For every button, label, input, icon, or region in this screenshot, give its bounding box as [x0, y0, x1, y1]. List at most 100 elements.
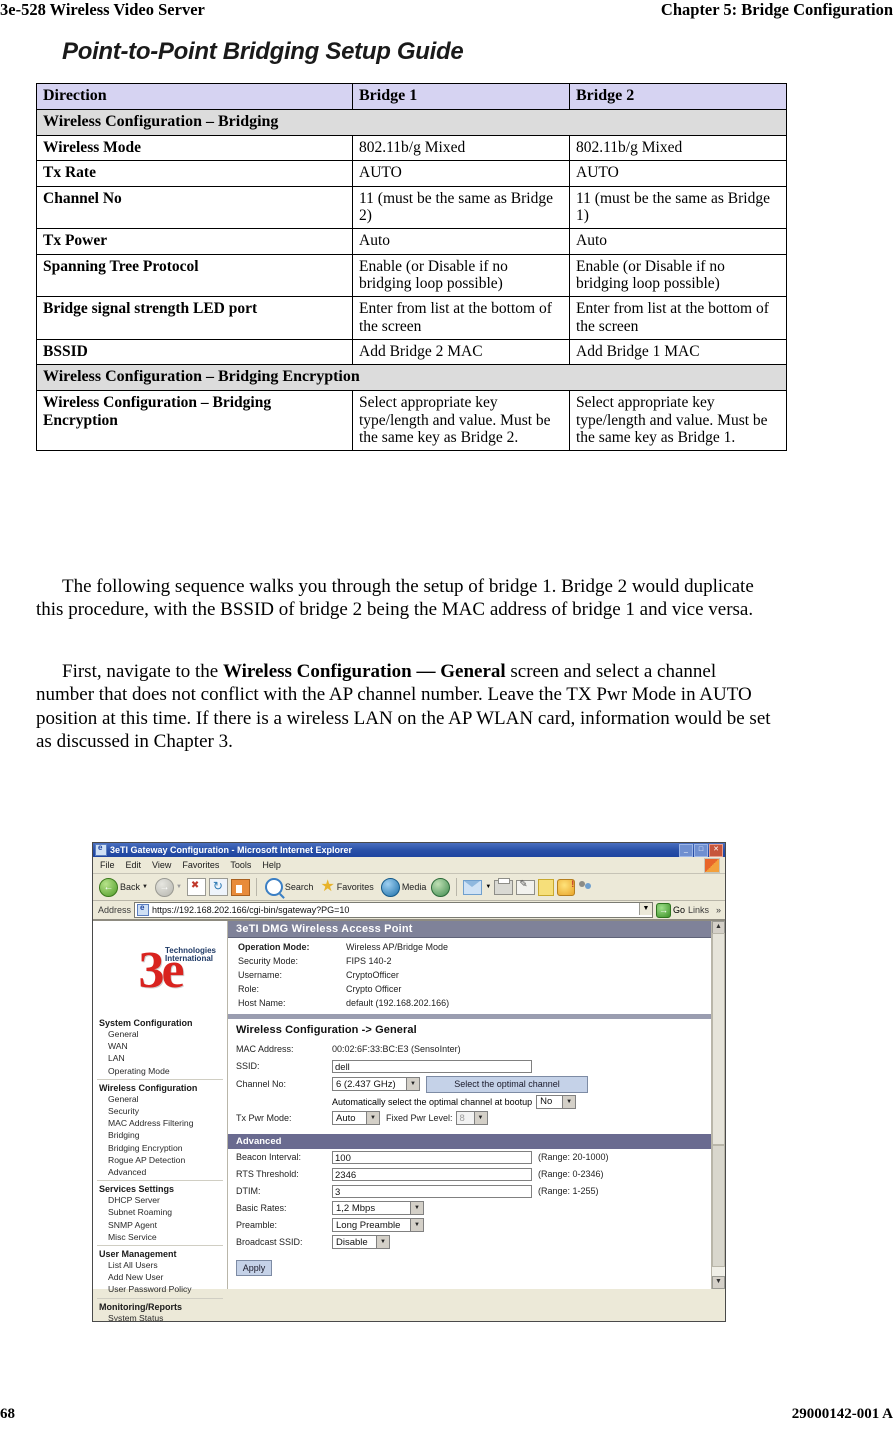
menu-item-favorites[interactable]: Favorites [182, 860, 219, 870]
nav-group-user-management: User Management [99, 1249, 177, 1260]
fixed-pwr-level-select[interactable]: 8 ▼ [455, 1111, 488, 1126]
mail-icon[interactable] [463, 879, 483, 895]
page-viewport: 3e Technologies International System Con… [93, 920, 725, 1321]
sidebar-item-lan[interactable]: LAN [93, 1052, 227, 1064]
menu-item-tools[interactable]: Tools [230, 860, 251, 870]
sidebar-item-user-password-policy[interactable]: User Password Policy [93, 1283, 227, 1295]
ap-banner: 3eTI DMG Wireless Access Point [228, 921, 725, 938]
favorites-button[interactable]: ★ Favorites [318, 879, 375, 895]
windows-flag-icon [704, 858, 720, 873]
channel-no-select[interactable]: 6 (2.437 GHz) ▼ [332, 1077, 420, 1092]
basic-rates-label: Basic Rates: [236, 1203, 287, 1214]
menu-item-edit[interactable]: Edit [126, 860, 142, 870]
browser-title-bar: 3eTI Gateway Configuration - Microsoft I… [93, 843, 725, 857]
info-value: Wireless AP/Bridge Mode [346, 942, 449, 952]
rts-threshold-input[interactable]: 2346 [332, 1167, 532, 1181]
sidebar-item-operating-mode[interactable]: Operating Mode [93, 1065, 227, 1077]
sidebar-item-mac-address-filtering[interactable]: MAC Address Filtering [93, 1117, 227, 1129]
table-row: Bridge signal strength LED port Enter fr… [36, 296, 787, 341]
sidebar-item-bridging[interactable]: Bridging [93, 1129, 227, 1141]
edit-icon[interactable] [516, 879, 536, 895]
sidebar-item-system-status[interactable]: System Status [93, 1312, 227, 1321]
row-bridge1: 802.11b/g Mixed [352, 134, 570, 162]
go-arrow-icon: → [655, 902, 671, 918]
back-button[interactable]: ← Back ▼ [97, 877, 150, 897]
mail-dropdown-icon[interactable]: ▼ [485, 884, 491, 890]
sidebar-item-wireless-general[interactable]: General [93, 1093, 227, 1105]
links-label[interactable]: Links [688, 905, 713, 915]
row-label: BSSID [36, 339, 353, 366]
menu-item-help[interactable]: Help [262, 860, 281, 870]
sidebar-item-advanced[interactable]: Advanced [93, 1166, 227, 1178]
maximize-button[interactable]: □ [694, 843, 708, 857]
table-section-row: Wireless Configuration – Bridging Encryp… [36, 364, 787, 392]
info-key: Security Mode: [238, 955, 299, 966]
address-dropdown-icon[interactable]: ▼ [638, 903, 652, 915]
forward-button[interactable]: → ▼ [153, 877, 184, 897]
fixed-pwr-level-value: 8 [459, 1112, 465, 1124]
nav-divider [97, 1078, 223, 1080]
sidebar-item-misc-service[interactable]: Misc Service [93, 1231, 227, 1243]
beacon-interval-input[interactable]: 100 [332, 1150, 532, 1164]
go-label: Go [672, 905, 685, 915]
nav-group-system-configuration: System Configuration [99, 1018, 193, 1028]
sidebar-item-rogue-ap-detection[interactable]: Rogue AP Detection [93, 1154, 227, 1166]
sidebar-item-bridging-encryption[interactable]: Bridging Encryption [93, 1142, 227, 1154]
table-row: Tx Rate AUTO AUTO [36, 160, 787, 187]
back-arrow-icon: ← [99, 877, 118, 897]
home-icon[interactable] [230, 878, 250, 896]
scrollbar-track[interactable] [712, 1145, 725, 1267]
tx-pwr-mode-select[interactable]: Auto ▼ [332, 1111, 380, 1126]
dtim-range: (Range: 1-255) [538, 1186, 599, 1197]
select-optimal-channel-button[interactable]: Select the optimal channel [426, 1075, 588, 1093]
address-input[interactable]: https://192.168.202.166/cgi-bin/sgateway… [134, 902, 653, 918]
sidebar-item-dhcp-server[interactable]: DHCP Server [93, 1194, 227, 1206]
go-button[interactable]: → Go [655, 902, 685, 918]
refresh-icon[interactable] [208, 878, 228, 896]
scroll-down-icon[interactable]: ▼ [712, 1276, 725, 1289]
notes-icon[interactable] [538, 878, 555, 896]
close-button[interactable]: ✕ [709, 843, 723, 857]
back-dropdown-icon[interactable]: ▼ [142, 884, 148, 890]
people-icon[interactable] [578, 880, 594, 894]
row-bridge2: AUTO [569, 160, 787, 187]
menu-item-view[interactable]: View [152, 860, 171, 870]
messenger-icon[interactable] [557, 878, 576, 896]
broadcast-ssid-select[interactable]: Disable ▼ [332, 1235, 390, 1250]
sidebar-item-list-all-users[interactable]: List All Users [93, 1259, 227, 1271]
vertical-scrollbar[interactable]: ▲ ▼ [711, 921, 725, 1289]
history-icon[interactable] [431, 877, 451, 897]
row-bridge1: Enter from list at the bottom of the scr… [352, 296, 570, 341]
basic-rates-select[interactable]: 1,2 Mbps ▼ [332, 1201, 424, 1216]
page-footer: 68 29000142-001 A [0, 1401, 895, 1423]
running-head: 3e-528 Wireless Video Server Chapter 5: … [0, 0, 895, 24]
print-icon[interactable] [494, 877, 514, 895]
stop-icon[interactable] [186, 878, 206, 896]
links-chevron-icon[interactable]: » [716, 905, 725, 915]
apply-button[interactable]: Apply [236, 1259, 272, 1276]
dtim-input[interactable]: 3 [332, 1184, 532, 1198]
sidebar-item-subnet-roaming[interactable]: Subnet Roaming [93, 1206, 227, 1218]
media-button[interactable]: Media [379, 877, 429, 897]
menu-item-file[interactable]: File [100, 860, 115, 870]
row-label: Bridge signal strength LED port [36, 296, 353, 341]
field-beacon-interval: Beacon Interval: 100 (Range: 20-1000) [228, 1149, 725, 1166]
row-bridge1: AUTO [352, 160, 570, 187]
sidebar-item-security[interactable]: Security [93, 1105, 227, 1117]
info-key: Operation Mode: [238, 942, 310, 952]
sidebar-item-general[interactable]: General [93, 1028, 227, 1040]
nav-group-monitoring-reports: Monitoring/Reports [99, 1301, 182, 1312]
bridging-setup-table: Direction Bridge 1 Bridge 2 Wireless Con… [36, 83, 787, 452]
search-button[interactable]: Search [263, 878, 316, 896]
forward-dropdown-icon[interactable]: ▼ [176, 884, 182, 890]
preamble-select[interactable]: Long Preamble ▼ [332, 1218, 424, 1233]
advanced-banner: Advanced [228, 1133, 725, 1149]
auto-optimal-select[interactable]: No ▼ [536, 1094, 577, 1109]
info-key: Username: [238, 969, 283, 980]
sidebar-item-add-new-user[interactable]: Add New User [93, 1271, 227, 1283]
sidebar-item-snmp-agent[interactable]: SNMP Agent [93, 1219, 227, 1231]
minimize-button[interactable]: _ [679, 843, 693, 857]
scrollbar-thumb[interactable] [712, 933, 725, 1145]
ssid-input[interactable]: dell [332, 1059, 532, 1073]
sidebar-item-wan[interactable]: WAN [93, 1040, 227, 1052]
